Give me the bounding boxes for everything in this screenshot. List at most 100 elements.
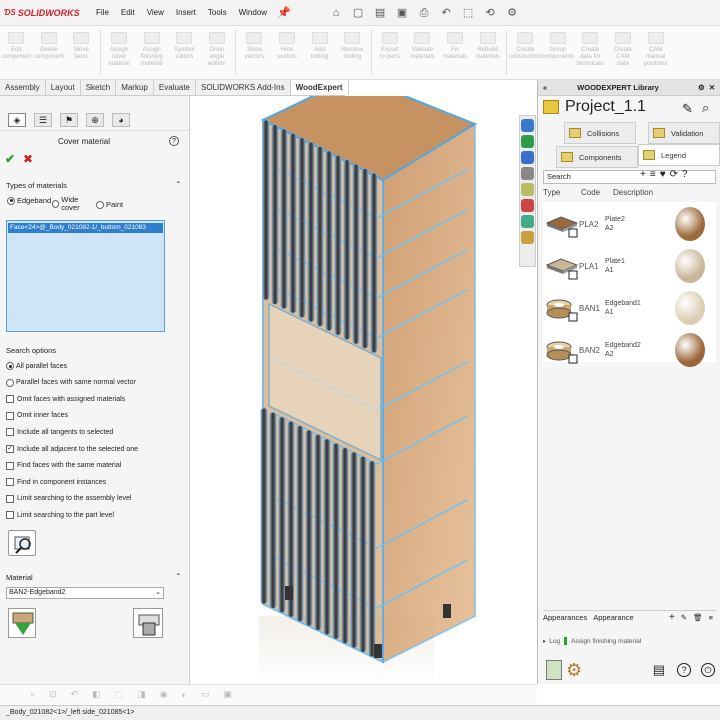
ribbon-button-9[interactable]: Add tooling <box>304 26 336 79</box>
collapse-icon[interactable]: ⌃ <box>175 180 182 189</box>
help-circle-icon[interactable]: ? <box>677 663 691 677</box>
ribbon-button-11[interactable]: Export to parts <box>374 26 406 79</box>
edit-appearance-icon[interactable]: ◐ <box>182 690 187 700</box>
tab-assembly[interactable]: Assembly <box>0 80 46 95</box>
refresh-icon[interactable]: ⟳ <box>670 169 678 180</box>
property-manager-icon[interactable]: ☰ <box>34 113 52 127</box>
search-option-5[interactable]: ✓ Include all adjacent to the selected on… <box>6 445 138 453</box>
add-icon[interactable]: + <box>669 612 675 623</box>
search-option-8[interactable]: Limit searching to the assembly level <box>6 494 131 503</box>
search-project-icon[interactable]: ⌕ <box>702 100 709 116</box>
settings-cog-icon[interactable]: ⚙ <box>566 660 582 681</box>
help-icon[interactable]: ? <box>682 169 688 180</box>
log-toggle-icon[interactable]: ▸ <box>543 637 546 645</box>
tab-evaluate[interactable]: Evaluate <box>154 80 197 95</box>
add-list-icon[interactable]: ≡ <box>650 169 656 180</box>
menu-insert[interactable]: Insert <box>170 8 202 17</box>
zoom-fit-icon[interactable]: ⌕ <box>30 689 35 700</box>
config-manager-icon[interactable]: ⚑ <box>60 113 78 127</box>
favorite-icon[interactable]: ♥ <box>660 169 666 180</box>
ribbon-button-13[interactable]: Fix materials <box>439 26 471 79</box>
dimxpert-icon[interactable]: ⊕ <box>86 113 104 127</box>
previous-view-icon[interactable]: ↶ <box>71 689 79 700</box>
ribbon-button-18[interactable]: Create CAM data <box>607 26 639 79</box>
library-search-field[interactable]: Search <box>543 170 716 184</box>
menu-file[interactable]: File <box>90 8 115 17</box>
ribbon-button-8[interactable]: Hide vectors <box>271 26 303 79</box>
search-option-9[interactable]: Limit searching to the part level <box>6 511 114 520</box>
search-option-0[interactable]: All parallel faces <box>6 362 67 370</box>
search-option-6[interactable]: Find faces with the same material <box>6 461 121 470</box>
power-icon[interactable]: ⏻ <box>701 663 715 677</box>
display-manager-icon[interactable]: ◕ <box>112 113 130 127</box>
woodexpert-library-icon[interactable] <box>521 231 534 244</box>
edit-icon[interactable]: ✎ <box>681 613 687 622</box>
close-icon[interactable]: ✕ <box>709 83 715 92</box>
view-settings-icon[interactable]: ▣ <box>224 689 233 700</box>
search-option-4[interactable]: Include all tangents to selected <box>6 428 113 437</box>
view-palette-icon[interactable] <box>521 167 534 180</box>
type-wide-cover[interactable]: Wide cover <box>52 196 94 212</box>
ribbon-button-4[interactable]: Assign finishing material <box>136 26 168 79</box>
material-list[interactable]: PLA2 Plate2 A2 PLA1 Plate1 A1 BAN1 Edgeband1 A1 B… <box>543 202 716 367</box>
cancel-button[interactable]: ✖ <box>23 152 33 166</box>
tab-components[interactable]: Components <box>556 146 638 168</box>
search-option-1[interactable]: Parallel faces with same normal vector <box>6 378 136 387</box>
report-icon[interactable]: ▤ <box>653 662 665 678</box>
resources-icon[interactable] <box>521 119 534 132</box>
menu-window[interactable]: Window <box>233 8 273 17</box>
graphics-area[interactable] <box>191 96 537 684</box>
select-icon[interactable]: ⬚ <box>461 6 475 20</box>
search-option-2[interactable]: Omit faces with assigned materials <box>6 395 125 404</box>
view-orientation-icon[interactable]: ⬚ <box>115 689 124 700</box>
ribbon-button-2[interactable]: Move faces <box>65 26 97 79</box>
ribbon-button-17[interactable]: Create data for technicals <box>574 26 606 79</box>
options-gear-icon[interactable]: ⚙ <box>505 6 519 20</box>
pin-icon[interactable]: 📌 <box>277 6 291 20</box>
type-paint[interactable]: Paint <box>96 200 123 209</box>
table-icon[interactable] <box>546 660 562 680</box>
open-folder-icon[interactable]: ▤ <box>373 6 387 20</box>
tab-woodexpert[interactable]: WoodExpert <box>290 80 349 95</box>
ribbon-button-5[interactable]: Symbol edition <box>168 26 200 79</box>
file-explorer-icon[interactable] <box>521 151 534 164</box>
ok-button[interactable]: ✔ <box>5 152 15 166</box>
zoom-area-icon[interactable]: ⊡ <box>49 689 57 700</box>
ribbon-button-12[interactable]: Validate materials <box>406 26 438 79</box>
feature-tree-icon[interactable]: ◈ <box>8 113 26 127</box>
section-view-icon[interactable]: ◧ <box>92 689 101 700</box>
type-edgeband[interactable]: Edgeband <box>7 196 51 205</box>
design-library-icon[interactable] <box>521 135 534 148</box>
col-type[interactable]: Type <box>543 188 581 202</box>
tab-appearances[interactable]: Appearances <box>543 613 587 622</box>
assign-material-button[interactable] <box>8 608 36 638</box>
hide-show-icon[interactable]: ◉ <box>160 689 168 700</box>
collapse-arrows-icon[interactable]: « <box>543 83 547 92</box>
ribbon-button-19[interactable]: CAM manual positions <box>640 26 672 79</box>
material-row[interactable]: PLA1 Plate1 A1 <box>543 246 716 286</box>
ribbon-button-3[interactable]: Assign cover material <box>103 26 135 79</box>
tab-markup[interactable]: Markup <box>116 80 154 95</box>
material-row[interactable]: PLA2 Plate2 A2 <box>543 204 716 244</box>
scene-icon[interactable]: ▭ <box>201 689 210 700</box>
ribbon-button-7[interactable]: Show vectors <box>238 26 270 79</box>
col-description[interactable]: Description <box>613 188 653 202</box>
delete-icon[interactable]: 🗑 <box>693 613 703 622</box>
remove-material-button[interactable] <box>133 608 163 638</box>
solidworks-forum-icon[interactable] <box>521 215 534 228</box>
appearances-icon[interactable] <box>521 183 534 196</box>
collapse-material-icon[interactable]: ⌃ <box>175 572 182 581</box>
undo-icon[interactable]: ↶ <box>439 6 453 20</box>
cabinet-model[interactable] <box>191 96 537 684</box>
material-row[interactable]: BAN1 Edgeband1 A1 <box>543 288 716 328</box>
new-doc-icon[interactable]: ▢ <box>351 6 365 20</box>
tab-sketch[interactable]: Sketch <box>81 80 117 95</box>
material-select[interactable]: BAN2-Edgeband2 ⌄ <box>6 587 164 599</box>
ribbon-button-10[interactable]: Remove tooling <box>336 26 368 79</box>
save-icon[interactable]: ▣ <box>395 6 409 20</box>
ribbon-button-0[interactable]: Edit component <box>0 26 32 79</box>
col-code[interactable]: Code <box>581 188 613 202</box>
settings-gear-icon[interactable]: ⚙ <box>698 83 705 92</box>
ribbon-button-14[interactable]: Rebuild materials <box>472 26 504 79</box>
material-row[interactable]: BAN2 Edgeband2 A2 <box>543 330 716 370</box>
